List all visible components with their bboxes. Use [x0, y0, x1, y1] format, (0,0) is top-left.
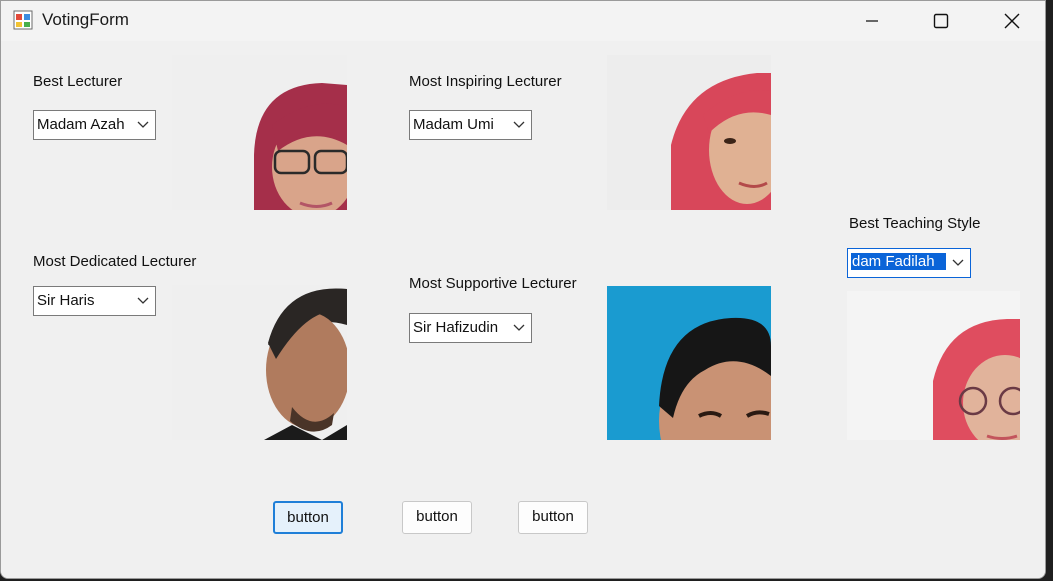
lecturer-photo-inspiring [607, 55, 771, 210]
most-dedicated-selected: Sir Haris [37, 292, 95, 309]
most-dedicated-label: Most Dedicated Lecturer [33, 253, 197, 270]
most-inspiring-label: Most Inspiring Lecturer [409, 73, 562, 90]
close-icon [1004, 13, 1020, 29]
lecturer-photo-teaching-style [847, 291, 1020, 440]
minimize-button[interactable] [849, 1, 895, 41]
most-supportive-selected: Sir Hafizudin [413, 319, 499, 336]
lecturer-photo-dedicated [172, 285, 347, 440]
lecturer-photo-best [172, 55, 347, 210]
chevron-down-icon [952, 259, 964, 266]
maximize-button[interactable] [918, 1, 964, 41]
lecturer-photo-supportive [607, 286, 771, 440]
chevron-down-icon [513, 324, 525, 331]
best-teaching-style-combo[interactable]: dam Fadilah [847, 248, 971, 278]
voting-form-window: VotingForm Best Lecturer Madam Azah Most [0, 0, 1046, 579]
most-inspiring-combo[interactable]: Madam Umi [409, 110, 532, 140]
close-button[interactable] [989, 1, 1035, 41]
maximize-icon [933, 13, 949, 29]
minimize-icon [866, 20, 878, 22]
window-title: VotingForm [42, 10, 129, 29]
winforms-app-icon [13, 10, 33, 30]
title-bar[interactable]: VotingForm [1, 1, 1045, 41]
best-teaching-style-label: Best Teaching Style [849, 215, 981, 232]
chevron-down-icon [513, 121, 525, 128]
most-supportive-label: Most Supportive Lecturer [409, 275, 577, 292]
best-lecturer-label: Best Lecturer [33, 73, 123, 90]
best-lecturer-selected: Madam Azah [37, 116, 125, 133]
form-client-area: Best Lecturer Madam Azah Most Inspiring … [1, 41, 1045, 578]
most-dedicated-combo[interactable]: Sir Haris [33, 286, 156, 316]
vote-button-3[interactable]: button [518, 501, 588, 534]
best-lecturer-combo[interactable]: Madam Azah [33, 110, 156, 140]
chevron-down-icon [137, 121, 149, 128]
chevron-down-icon [137, 297, 149, 304]
vote-button-2[interactable]: button [402, 501, 472, 534]
vote-button-1[interactable]: button [273, 501, 343, 534]
most-inspiring-selected: Madam Umi [413, 116, 494, 133]
most-supportive-combo[interactable]: Sir Hafizudin [409, 313, 532, 343]
best-teaching-style-selected: dam Fadilah [851, 253, 946, 270]
